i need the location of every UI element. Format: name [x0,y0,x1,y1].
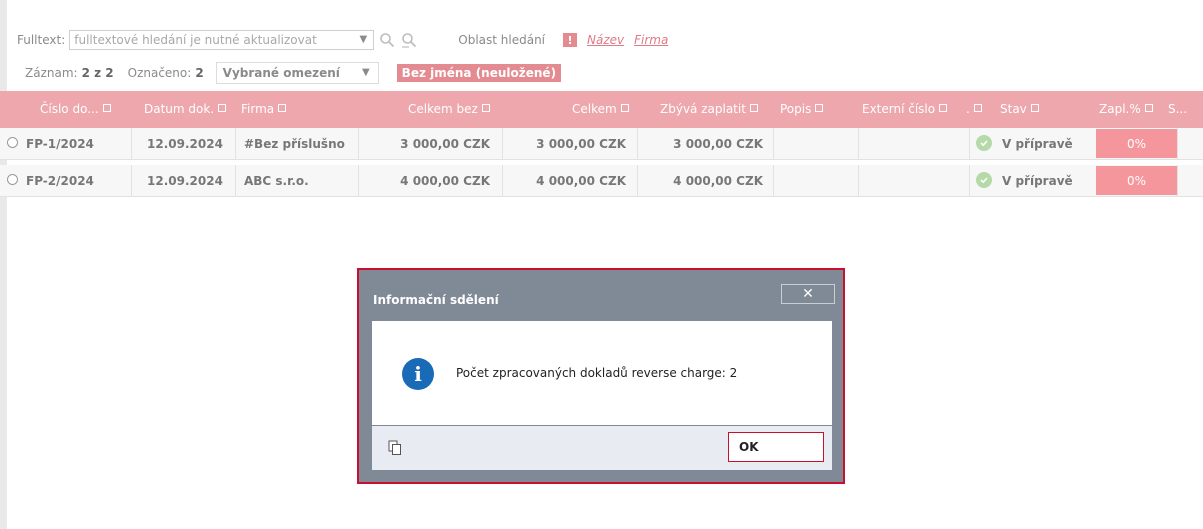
table-row[interactable]: FP-2/2024 12.09.2024 ABC s.r.o. 4 000,00… [0,165,1203,197]
chevron-down-icon: ▼ [361,67,370,78]
column-header-externi[interactable]: Externí číslo [862,102,948,116]
record-label: Záznam: [25,66,78,80]
dialog-body: i Počet zpracovaných dokladů reverse cha… [372,321,832,425]
cell-zapl: 0% [1096,129,1177,158]
cell-zbyva: 4 000,00 CZK [673,173,763,188]
column-header-zbyva[interactable]: Zbývá zaplatit [660,102,758,116]
search-area-label: Oblast hledání [458,33,546,47]
row-radio[interactable] [7,174,18,185]
filter-select-value: Vybrané omezení [222,66,340,80]
fulltext-toolbar: Fulltext: fulltextové hledání je nutné a… [17,30,668,50]
record-value: 2 z 2 [81,66,114,80]
info-icon: i [402,358,434,390]
column-header-celkem-bez[interactable]: Celkem bez [408,102,490,116]
ok-button[interactable]: OK [728,432,824,462]
filter-select[interactable]: Vybrané omezení ▼ [215,62,379,84]
fulltext-label: Fulltext: [17,33,66,47]
warning-icon: ! [563,33,578,47]
marked-value: 2 [195,66,204,80]
column-header-popis[interactable]: Popis [780,102,824,116]
record-toolbar: Záznam: 2 z 2 Označeno: 2 Vybrané omezen… [25,61,562,85]
cell-cislo: FP-1/2024 [26,136,94,151]
cell-externi [862,165,966,196]
cell-celkem: 3 000,00 CZK [536,136,626,151]
column-header-datum[interactable]: Datum dok. [144,102,227,116]
left-edge [0,0,7,529]
search-area-firm-link[interactable]: Firma [634,33,668,47]
fulltext-placeholder: fulltextové hledání je nutné aktualizova… [74,33,317,47]
search-icon[interactable] [378,30,396,50]
cell-datum: 12.09.2024 [147,136,223,151]
info-dialog: Informační sdělení ✕ i Počet zpracovanýc… [357,268,845,484]
column-header-zapl[interactable]: Zapl.% [1099,102,1153,116]
cell-externi [862,128,966,159]
cell-stav: V přípravě [1002,173,1073,188]
check-icon [976,172,992,188]
cell-celkem-bez: 3 000,00 CZK [400,136,490,151]
cell-zbyva: 3 000,00 CZK [673,136,763,151]
cell-popis [777,128,855,159]
cell-celkem: 4 000,00 CZK [536,173,626,188]
cell-popis [777,165,855,196]
cell-cislo: FP-2/2024 [26,173,94,188]
cell-firma: #Bez příslušno [244,136,345,151]
close-icon[interactable]: ✕ [781,284,835,304]
column-header-celkem[interactable]: Celkem [572,102,629,116]
column-header-firma[interactable]: Firma [241,102,287,116]
fulltext-input[interactable]: fulltextové hledání je nutné aktualizova… [69,30,375,50]
dropdown-arrow-icon[interactable]: ▼ [360,34,368,45]
table-row[interactable]: FP-1/2024 12.09.2024 #Bez příslušno 3 00… [0,128,1203,160]
top-strip [7,0,1203,24]
unsaved-filter-badge[interactable]: Bez jména (neuložené) [396,64,562,82]
table-header: Číslo do... Datum dok. Firma Celkem bez … [0,91,1203,128]
dialog-message: Počet zpracovaných dokladů reverse charg… [456,366,738,380]
search-settings-icon[interactable] [400,30,418,50]
column-header-cislo[interactable]: Číslo do... [40,102,111,116]
column-header-status-icon[interactable]: . [966,102,982,116]
cell-celkem-bez: 4 000,00 CZK [400,173,490,188]
cell-zapl: 0% [1096,166,1177,195]
dialog-footer: OK [372,426,832,470]
cell-stav: V přípravě [1002,136,1073,151]
cell-datum: 12.09.2024 [147,173,223,188]
search-area-name-link[interactable]: Název [587,33,624,47]
cell-firma: ABC s.r.o. [244,173,309,188]
dialog-title: Informační sdělení [373,293,499,307]
marked-label: Označeno: [127,66,192,80]
column-header-s[interactable]: S... [1168,102,1187,116]
column-header-stav[interactable]: Stav [1000,102,1039,116]
copy-icon[interactable] [388,440,402,459]
row-radio[interactable] [7,137,18,148]
check-icon [976,135,992,151]
